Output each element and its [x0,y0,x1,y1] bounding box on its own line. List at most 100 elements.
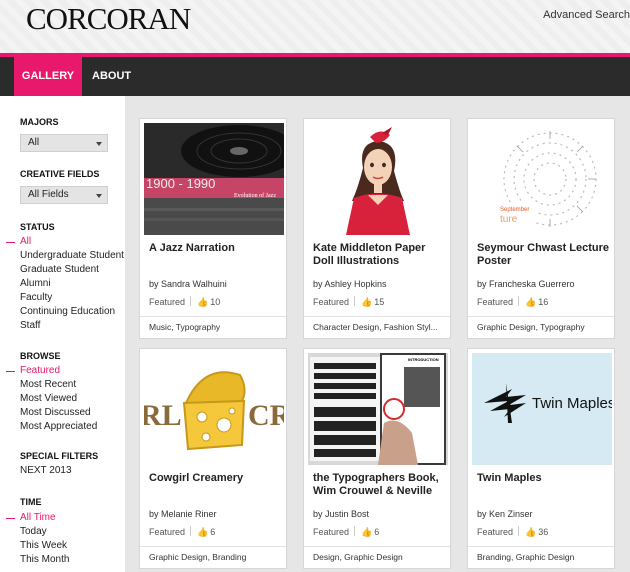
browse-item-most-viewed[interactable]: Most Viewed [20,393,77,404]
likes-count: 6 [210,527,216,537]
project-thumbnail-cowgirl[interactable]: RL CR [144,353,284,465]
tab-about[interactable]: ABOUT [92,57,131,96]
project-author[interactable]: by Justin Bost [313,509,369,519]
project-title[interactable]: Seymour Chwast Lecture Poster [477,242,612,268]
thumbs-up-icon: 👍 [361,527,373,537]
project-meta: Featured 👍 36 [477,526,548,538]
poster-word-text: ture [500,214,518,225]
project-card[interactable]: Kate Middleton Paper Doll Illustrations … [303,118,451,339]
featured-label: Featured [477,297,514,307]
project-tags[interactable]: Graphic Design, Branding [140,546,286,568]
status-item-all[interactable]: All [5,236,31,247]
status-item-undergraduate[interactable]: Undergraduate Student [20,250,124,261]
filter-sidebar: MAJORS All CREATIVE FIELDS All Fields ST… [0,96,125,572]
thumbs-up-icon: 👍 [525,527,537,537]
time-item-this-month[interactable]: This Month [20,554,69,565]
status-item-graduate[interactable]: Graduate Student [20,264,99,275]
thumbs-up-icon: 👍 [361,297,373,307]
project-author[interactable]: by Melanie Riner [149,509,217,519]
featured-label: Featured [313,527,350,537]
site-header: CORCORAN Advanced Search [0,0,630,54]
likes-count: 15 [374,297,385,307]
project-author[interactable]: by Sandra Walhuini [149,279,227,289]
jazz-subtitle-text: Evolution of Jazz [234,193,276,199]
status-item-continuing-education[interactable]: Continuing Education [20,306,115,317]
project-author[interactable]: by Ken Zinser [477,509,533,519]
project-tags[interactable]: Music, Typography [140,316,286,338]
likes-count: 10 [210,297,221,307]
majors-select[interactable]: All [20,134,108,152]
paper-doll-illustration [308,123,448,235]
featured-label: Featured [477,527,514,537]
status-item-staff[interactable]: Staff [20,320,40,331]
project-title[interactable]: Cowgirl Creamery [149,472,284,485]
time-item-all-time[interactable]: All Time [6,512,56,523]
browse-item-featured[interactable]: Featured [5,365,60,376]
project-card[interactable]: 1900 - 1990 Evolution of Jazz A Jazz Nar… [139,118,287,339]
logo-right-letters: CR [248,399,284,432]
jazz-years-text: 1900 - 1990 [146,176,216,191]
project-thumbnail-paper-doll[interactable] [308,123,448,235]
project-meta: Featured 👍 6 [149,526,215,538]
project-author[interactable]: by Ashley Hopkins [313,279,387,289]
project-card[interactable]: RL CR Cowgirl Creamery by Melanie Riner … [139,348,287,569]
project-tags[interactable]: Design, Graphic Design [304,546,450,568]
creative-fields-select[interactable]: All Fields [20,186,108,204]
tab-gallery[interactable]: GALLERY [14,57,82,96]
thumbs-up-icon: 👍 [197,297,209,307]
likes-count: 6 [374,527,380,537]
poster-month-text: September [500,207,530,213]
chevron-down-icon [96,142,102,146]
logo-left-letters: RL [144,399,182,432]
status-item-alumni[interactable]: Alumni [20,278,51,289]
project-meta: Featured 👍 6 [313,526,379,538]
likes-count: 36 [538,527,549,537]
project-card[interactable]: INTRODUCTION the Typographers Book, Wim … [303,348,451,569]
project-tags[interactable]: Character Design, Fashion Styl... [304,316,450,338]
open-book-photo [308,353,448,465]
time-item-today[interactable]: Today [20,526,47,537]
browse-item-most-appreciated[interactable]: Most Appreciated [20,421,97,432]
status-heading: STATUS [20,222,55,232]
project-author[interactable]: by Francheska Guerrero [477,279,575,289]
chevron-down-icon [96,194,102,198]
special-filters-heading: SPECIAL FILTERS [20,451,99,461]
twin-maples-wordmark: Twin Maples [532,395,612,412]
project-meta: Featured 👍 15 [313,296,384,308]
project-meta: Featured 👍 10 [149,296,220,308]
project-thumbnail-typographers-book[interactable]: INTRODUCTION [308,353,448,465]
likes-count: 16 [538,297,549,307]
project-thumbnail-chwast-poster[interactable]: September ture [472,123,612,235]
project-title[interactable]: Twin Maples [477,472,612,485]
time-item-this-week[interactable]: This Week [20,540,67,551]
majors-selected-value: All [28,137,40,148]
creative-fields-heading: CREATIVE FIELDS [20,169,100,179]
corcoran-logo[interactable]: CORCORAN [26,1,191,37]
browse-item-most-discussed[interactable]: Most Discussed [20,407,91,418]
project-title[interactable]: A Jazz Narration [149,242,284,255]
project-thumbnail-twin-maples[interactable]: Twin Maples [472,353,612,465]
book-page-heading: INTRODUCTION [408,357,439,362]
project-title[interactable]: Kate Middleton Paper Doll Illustrations [313,242,448,268]
featured-label: Featured [149,297,186,307]
project-title[interactable]: the Typographers Book, Wim Crouwel & Nev… [313,472,448,498]
browse-item-most-recent[interactable]: Most Recent [20,379,76,390]
project-tags[interactable]: Graphic Design, Typography [468,316,614,338]
advanced-search-link[interactable]: Advanced Search [543,9,630,21]
spiral-pins-poster [472,123,612,235]
project-card[interactable]: Twin Maples Twin Maples by Ken Zinser Fe… [467,348,615,569]
browse-heading: BROWSE [20,351,61,361]
special-filter-next-2013[interactable]: NEXT 2013 [20,465,72,476]
project-thumbnail-jazz[interactable]: 1900 - 1990 Evolution of Jazz [144,123,284,235]
project-tags[interactable]: Branding, Graphic Design [468,546,614,568]
featured-label: Featured [149,527,186,537]
project-card[interactable]: September ture Seymour Chwast Lecture Po… [467,118,615,339]
main-nav: GALLERY ABOUT [0,57,630,96]
thumbs-up-icon: 👍 [197,527,209,537]
status-item-faculty[interactable]: Faculty [20,292,52,303]
time-heading: TIME [20,497,42,507]
creative-fields-selected-value: All Fields [28,189,69,200]
majors-heading: MAJORS [20,117,59,127]
project-meta: Featured 👍 16 [477,296,548,308]
featured-label: Featured [313,297,350,307]
